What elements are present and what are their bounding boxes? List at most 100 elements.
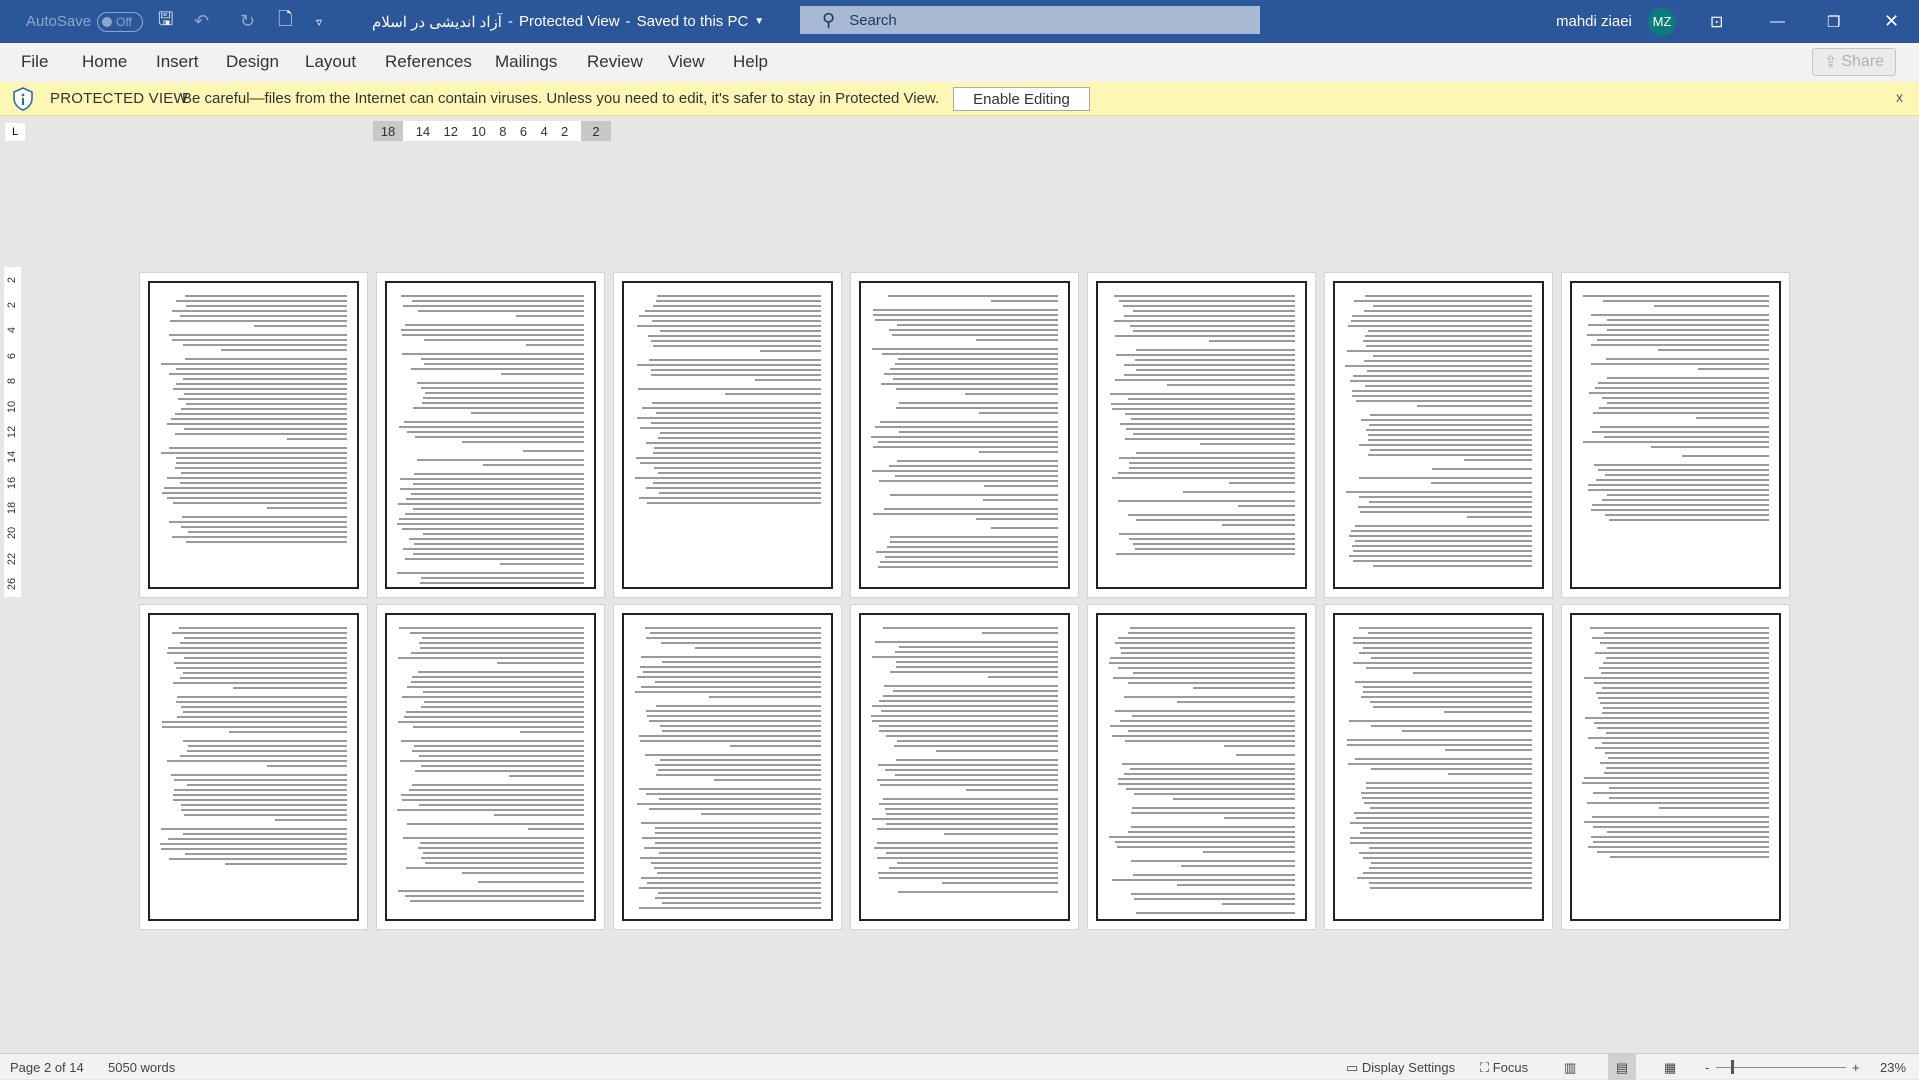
share-button[interactable]: ⇪ Share [1812, 48, 1896, 76]
tab-mailings[interactable]: Mailings [495, 52, 557, 72]
web-layout-icon[interactable]: ▦ [1664, 1060, 1676, 1076]
text-line [169, 373, 347, 375]
zoom-in-button[interactable]: + [1852, 1060, 1860, 1075]
tab-help[interactable]: Help [733, 52, 768, 72]
document-title[interactable]: آزاد اندیشی در اسلام - Protected View - … [372, 0, 764, 43]
zoom-slider[interactable] [1716, 1067, 1846, 1068]
close-bar-icon[interactable]: x [1896, 89, 1903, 105]
page-thumbnail[interactable] [139, 272, 368, 598]
vertical-ruler[interactable]: 2 2 4 6 8 10 12 14 16 18 20 22 26 [4, 267, 21, 597]
page-thumbnail[interactable] [1561, 604, 1790, 930]
text-line [1200, 443, 1295, 445]
tab-selector[interactable]: L [5, 123, 25, 141]
horizontal-ruler[interactable]: 18 14 12 10 8 6 4 2 2 [373, 121, 611, 141]
text-line [651, 862, 821, 864]
text-line [1600, 762, 1769, 764]
text-line [1136, 349, 1295, 351]
text-line [1359, 852, 1532, 854]
enable-editing-button[interactable]: Enable Editing [953, 87, 1090, 111]
text-line [1133, 310, 1295, 312]
text-line [404, 421, 584, 423]
text-line [1443, 711, 1532, 713]
text-line [1369, 887, 1532, 889]
ribbon-display-icon[interactable]: ⊡ [1710, 0, 1723, 43]
tab-view[interactable]: View [668, 52, 705, 72]
print-layout-icon[interactable]: ▤ [1608, 1054, 1636, 1080]
page-thumbnail[interactable] [613, 272, 842, 598]
restore-icon[interactable]: ❐ [1827, 0, 1840, 43]
text-line [401, 353, 584, 355]
page-thumbnail[interactable] [1087, 272, 1316, 598]
redo-icon[interactable]: ↻ [240, 0, 255, 43]
text-line [645, 754, 821, 756]
page-thumbnail[interactable] [613, 604, 842, 930]
avatar[interactable]: MZ [1648, 7, 1676, 36]
text-line [646, 882, 821, 884]
customize-qat-icon[interactable]: ▿ [316, 0, 322, 43]
page-border [622, 281, 833, 589]
tab-file[interactable]: File [21, 52, 48, 72]
search-box[interactable]: ⚲ Search [800, 6, 1260, 34]
text-line [180, 315, 347, 317]
text-line [520, 731, 584, 733]
read-mode-icon[interactable]: ▥ [1564, 1060, 1576, 1076]
zoom-slider-thumb[interactable] [1731, 1060, 1734, 1074]
tab-insert[interactable]: Insert [156, 52, 199, 72]
text-line [658, 892, 821, 894]
text-line [1371, 657, 1532, 659]
text-line [1110, 725, 1295, 727]
tab-home[interactable]: Home [82, 52, 127, 72]
user-name[interactable]: mahdi ziaei [1556, 0, 1632, 43]
text-line [1654, 305, 1769, 307]
display-settings-button[interactable]: ▭ Display Settings [1346, 1060, 1455, 1076]
text-line [1595, 479, 1769, 481]
focus-button[interactable]: ⛶ Focus [1480, 1060, 1528, 1076]
text-line [1609, 519, 1769, 521]
text-line [646, 793, 821, 795]
text-line [1590, 627, 1769, 629]
text-line [411, 676, 584, 678]
zoom-level[interactable]: 23% [1880, 1060, 1906, 1075]
text-line [1607, 494, 1769, 496]
text-line [228, 731, 347, 733]
vruler-tick: 26 [6, 578, 19, 591]
text-line [1599, 702, 1769, 704]
page-thumbnail[interactable] [850, 272, 1079, 598]
page-thumbnail[interactable] [376, 272, 605, 598]
page-thumbnail[interactable] [1087, 604, 1316, 930]
page-thumbnail[interactable] [1561, 272, 1790, 598]
text-line [638, 388, 821, 390]
save-icon[interactable]: 🖫 [158, 0, 173, 43]
text-line [895, 475, 1058, 477]
autosave-toggle[interactable]: AutoSave Off [26, 0, 144, 43]
text-line [659, 798, 821, 800]
page-thumbnail[interactable] [376, 604, 605, 930]
word-count[interactable]: 5050 words [108, 1060, 175, 1075]
text-line [172, 632, 347, 634]
page-thumbnail[interactable] [1324, 604, 1553, 930]
page-thumbnail[interactable] [850, 604, 1079, 930]
close-icon[interactable]: ✕ [1884, 0, 1899, 43]
text-line [885, 823, 1058, 825]
tab-references[interactable]: References [385, 52, 472, 72]
undo-icon[interactable]: ↶ [194, 0, 209, 43]
text-line [975, 339, 1058, 341]
minimize-icon[interactable]: — [1770, 0, 1785, 43]
page-thumbnail[interactable] [139, 604, 368, 930]
text-line [462, 441, 584, 443]
text-line [411, 784, 584, 786]
tab-design[interactable]: Design [226, 52, 279, 72]
tab-layout[interactable]: Layout [305, 52, 356, 72]
tab-review[interactable]: Review [587, 52, 643, 72]
text-line [641, 686, 821, 688]
text-line [161, 452, 347, 454]
new-document-icon[interactable]: 🗋 [278, 0, 292, 43]
text-line [404, 716, 584, 718]
zoom-out-button[interactable]: - [1705, 1060, 1709, 1075]
page-thumbnail[interactable] [1324, 272, 1553, 598]
text-line [1585, 717, 1769, 719]
page-count[interactable]: Page 2 of 14 [10, 1060, 84, 1075]
text-line [411, 493, 584, 495]
text-line [1592, 816, 1769, 818]
text-line [526, 344, 584, 346]
